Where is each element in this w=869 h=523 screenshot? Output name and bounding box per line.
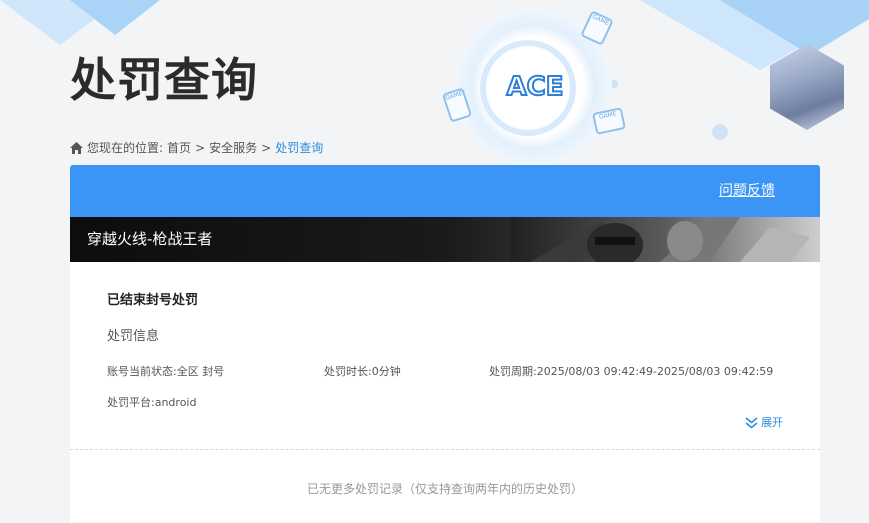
breadcrumb-home[interactable]: 首页: [167, 140, 191, 156]
feedback-link[interactable]: 问题反馈: [719, 181, 775, 201]
ace-logo-icon: ACE: [506, 71, 565, 103]
game-name: 穿越火线-枪战王者: [87, 230, 213, 248]
platform-label: 处罚平台:: [107, 396, 155, 409]
divider: [70, 449, 820, 450]
section-label: 处罚信息: [107, 329, 160, 344]
page-title: 处罚查询: [70, 53, 258, 107]
period-value: 2025/08/03 09:42:49-2025/08/03 09:42:59: [536, 365, 774, 378]
status-value: 全区 封号: [176, 365, 225, 378]
decor-triangle: [720, 0, 869, 55]
game-device-icon: GAME: [592, 107, 626, 135]
breadcrumb-current: 处罚查询: [275, 141, 324, 155]
platform-field: 处罚平台:android: [107, 395, 196, 411]
game-artwork: [510, 217, 820, 262]
device-label: GAME: [598, 110, 618, 121]
expand-button[interactable]: 展开: [745, 415, 783, 431]
duration-field: 处罚时长:0分钟: [324, 364, 401, 380]
no-more-records-text: 已无更多处罚记录（仅支持查询两年内的历史处罚）: [306, 482, 583, 496]
period-field: 处罚周期:2025/08/03 09:42:49-2025/08/03 09:4…: [489, 364, 773, 380]
duration-label: 处罚时长:: [324, 365, 372, 378]
breadcrumb-prefix: 您现在的位置:: [87, 141, 164, 155]
penalty-record-card: 已结束封号处罚 处罚信息 账号当前状态:全区 封号 处罚时长:0分钟 处罚周期:…: [70, 262, 820, 523]
double-chevron-down-icon: [745, 417, 758, 429]
duration-value: 0分钟: [371, 365, 401, 378]
decor-dot: [712, 124, 728, 140]
device-label: GAME: [591, 13, 611, 28]
status-label: 账号当前状态:: [107, 365, 177, 378]
account-status-field: 账号当前状态:全区 封号: [107, 364, 224, 380]
record-title: 已结束封号处罚: [107, 293, 199, 308]
breadcrumb-security[interactable]: 安全服务: [209, 140, 257, 156]
breadcrumb-separator: >: [195, 141, 206, 155]
breadcrumb-separator: >: [261, 141, 272, 155]
toolbar: 问题反馈: [70, 165, 820, 217]
home-icon: [70, 142, 83, 154]
game-banner: 穿越火线-枪战王者: [70, 217, 820, 262]
decor-triangle: [70, 0, 160, 35]
breadcrumb: 您现在的位置: 首页 > 安全服务 > 处罚查询: [70, 140, 323, 156]
platform-value: android: [154, 396, 197, 409]
period-label: 处罚周期:: [489, 365, 537, 378]
expand-label: 展开: [761, 416, 783, 429]
svg-text:ACE: ACE: [507, 72, 564, 102]
device-label: GAME: [444, 89, 464, 103]
